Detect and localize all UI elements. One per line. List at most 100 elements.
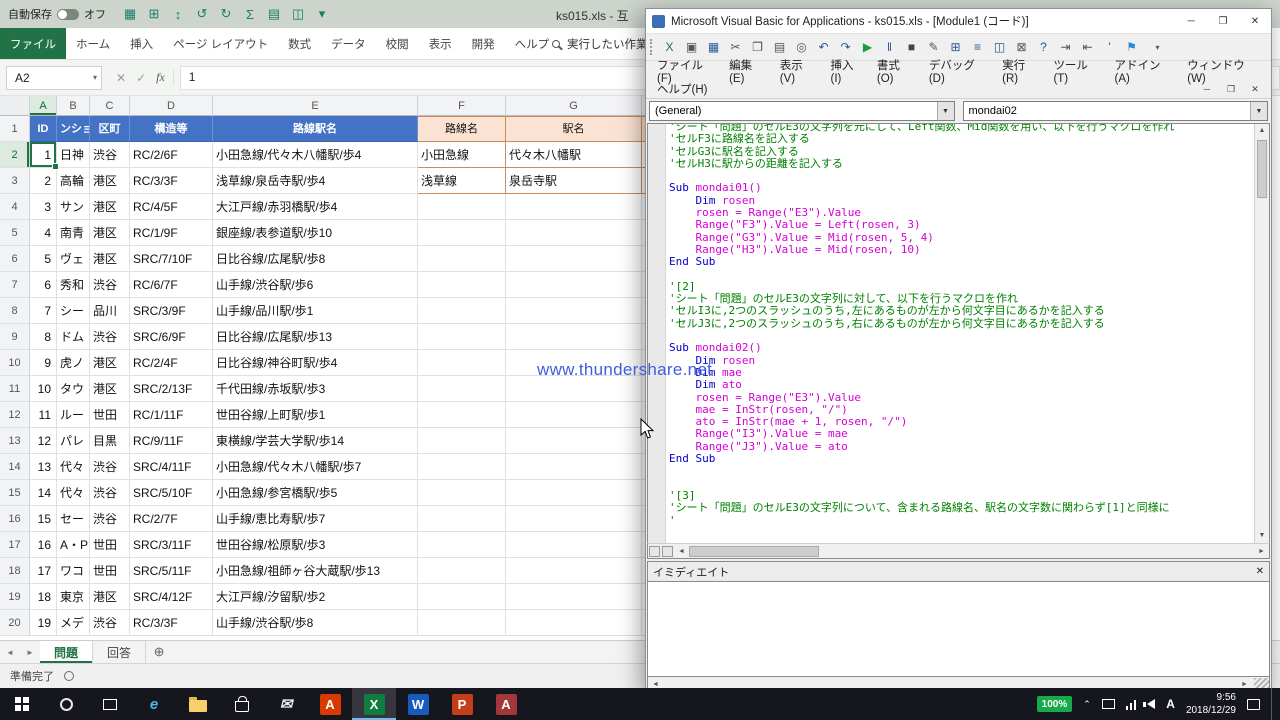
- cell-B19[interactable]: 東京: [57, 584, 90, 610]
- vba-menu-6[interactable]: 実行(R): [995, 57, 1046, 85]
- sheet-tab-1[interactable]: 回答: [93, 641, 146, 663]
- row-header-1[interactable]: 1: [0, 116, 30, 142]
- cell-E3[interactable]: 浅草線/泉岳寺駅/歩4: [213, 168, 418, 194]
- ime-mode-indicator[interactable]: A: [1166, 697, 1175, 711]
- reset-icon[interactable]: ■: [901, 37, 922, 57]
- macro-record-icon[interactable]: [64, 671, 74, 681]
- scroll-left-icon[interactable]: ◄: [648, 681, 663, 688]
- chevron-down-icon[interactable]: ▼: [1250, 102, 1267, 120]
- cell-A2[interactable]: 1: [30, 142, 57, 168]
- row-header-4[interactable]: 4: [0, 194, 30, 220]
- row-header-6[interactable]: 6: [0, 246, 30, 272]
- header-cell-G1[interactable]: 駅名: [506, 116, 642, 142]
- cell-E7[interactable]: 山手線/渋谷駅/歩6: [213, 272, 418, 298]
- cell-A6[interactable]: 5: [30, 246, 57, 272]
- ribbon-tab-1[interactable]: ホーム: [66, 28, 120, 59]
- row-header-19[interactable]: 19: [0, 584, 30, 610]
- cell-B9[interactable]: ドム: [57, 324, 90, 350]
- file-explorer-icon[interactable]: [176, 688, 220, 720]
- select-all-corner[interactable]: [0, 96, 30, 116]
- cell-B5[interactable]: 南青: [57, 220, 90, 246]
- code-horizontal-scrollbar[interactable]: ◄ ►: [647, 543, 1270, 559]
- cell-E6[interactable]: 日比谷線/広尾駅/歩8: [213, 246, 418, 272]
- cut-icon[interactable]: ✂: [725, 37, 746, 57]
- cell-E2[interactable]: 小田急線/代々木八幡駅/歩4: [213, 142, 418, 168]
- cell-C18[interactable]: 世田: [90, 558, 130, 584]
- cell-C9[interactable]: 渋谷: [90, 324, 130, 350]
- cell-B11[interactable]: タウ: [57, 376, 90, 402]
- row-header-15[interactable]: 15: [0, 480, 30, 506]
- cell-C10[interactable]: 港区: [90, 350, 130, 376]
- run-icon[interactable]: ▶: [857, 37, 878, 57]
- cell-B16[interactable]: セー: [57, 506, 90, 532]
- cell-G13[interactable]: [506, 428, 642, 454]
- cell-D13[interactable]: RC/9/11F: [130, 428, 213, 454]
- immediate-window[interactable]: [647, 581, 1270, 677]
- cell-A19[interactable]: 18: [30, 584, 57, 610]
- excel-icon[interactable]: X: [352, 688, 396, 720]
- cell-G16[interactable]: [506, 506, 642, 532]
- tell-me-search[interactable]: 実行したい作業を: [552, 36, 659, 52]
- cell-E19[interactable]: 大江戸線/汐留駅/歩2: [213, 584, 418, 610]
- cell-G19[interactable]: [506, 584, 642, 610]
- vba-close-button[interactable]: ✕: [1239, 9, 1271, 33]
- scrollbar-thumb[interactable]: [689, 546, 819, 557]
- cell-F9[interactable]: [418, 324, 506, 350]
- start-button[interactable]: [0, 688, 44, 720]
- undo-icon[interactable]: ↶: [813, 37, 834, 57]
- split-handle[interactable]: [649, 546, 660, 557]
- mail-icon[interactable]: ✉: [264, 688, 308, 720]
- row-header-12[interactable]: 12: [0, 402, 30, 428]
- vba-menu-help[interactable]: ヘルプ(H): [650, 81, 714, 97]
- code-pane[interactable]: 'シート「問題」のセルE3の文字列を元にして、Left関数、Mid関数を用い、以…: [647, 123, 1270, 543]
- header-cell-F1[interactable]: 路線名: [418, 116, 506, 142]
- cell-A11[interactable]: 10: [30, 376, 57, 402]
- row-header-11[interactable]: 11: [0, 376, 30, 402]
- cell-B14[interactable]: 代々: [57, 454, 90, 480]
- break-icon[interactable]: ‖: [879, 37, 900, 57]
- cell-B13[interactable]: パレ: [57, 428, 90, 454]
- cell-G18[interactable]: [506, 558, 642, 584]
- cell-F18[interactable]: [418, 558, 506, 584]
- access-icon[interactable]: A: [484, 688, 528, 720]
- cell-A13[interactable]: 12: [30, 428, 57, 454]
- cell-C7[interactable]: 渋谷: [90, 272, 130, 298]
- cell-B4[interactable]: サン: [57, 194, 90, 220]
- cell-F19[interactable]: [418, 584, 506, 610]
- cell-B15[interactable]: 代々: [57, 480, 90, 506]
- cell-E14[interactable]: 小田急線/代々木八幡駅/歩7: [213, 454, 418, 480]
- cell-D6[interactable]: SRC/7/10F: [130, 246, 213, 272]
- cell-A3[interactable]: 2: [30, 168, 57, 194]
- enter-icon[interactable]: ✓: [136, 71, 146, 85]
- row-header-17[interactable]: 17: [0, 532, 30, 558]
- cell-G3[interactable]: 泉岳寺駅: [506, 168, 642, 194]
- cell-B7[interactable]: 秀和: [57, 272, 90, 298]
- project-explorer-icon[interactable]: ⊞: [945, 37, 966, 57]
- name-box[interactable]: A2 ▾: [6, 66, 102, 90]
- redo-icon[interactable]: ↻: [216, 4, 236, 24]
- cell-E4[interactable]: 大江戸線/赤羽橋駅/歩4: [213, 194, 418, 220]
- scroll-right-icon[interactable]: ►: [1237, 681, 1252, 688]
- undo-icon[interactable]: ↺: [192, 4, 212, 24]
- customize-qat-icon[interactable]: ▾: [312, 4, 332, 24]
- scroll-right-icon[interactable]: ►: [1254, 548, 1269, 555]
- cell-D2[interactable]: RC/2/6F: [130, 142, 213, 168]
- show-desktop-button[interactable]: [1271, 688, 1276, 720]
- cell-A12[interactable]: 11: [30, 402, 57, 428]
- insert-function-icon[interactable]: fx: [156, 70, 165, 85]
- cell-A10[interactable]: 9: [30, 350, 57, 376]
- cell-F17[interactable]: [418, 532, 506, 558]
- cell-A8[interactable]: 7: [30, 298, 57, 324]
- cell-D14[interactable]: SRC/4/11F: [130, 454, 213, 480]
- header-cell-D1[interactable]: 構造等: [130, 116, 213, 142]
- cell-D4[interactable]: RC/4/5F: [130, 194, 213, 220]
- cell-B2[interactable]: 日神: [57, 142, 90, 168]
- view-excel-icon[interactable]: X: [659, 37, 680, 57]
- tray-expand-icon[interactable]: ⌃: [1083, 699, 1091, 710]
- vba-menu-9[interactable]: ウィンドウ(W): [1180, 57, 1267, 85]
- action-center-icon[interactable]: [1247, 699, 1260, 710]
- code-vertical-scrollbar[interactable]: ▲ ▼: [1254, 124, 1269, 543]
- search-button[interactable]: [44, 688, 88, 720]
- ribbon-tab-0[interactable]: ファイル: [0, 28, 66, 59]
- close-icon[interactable]: ✕: [1256, 566, 1264, 577]
